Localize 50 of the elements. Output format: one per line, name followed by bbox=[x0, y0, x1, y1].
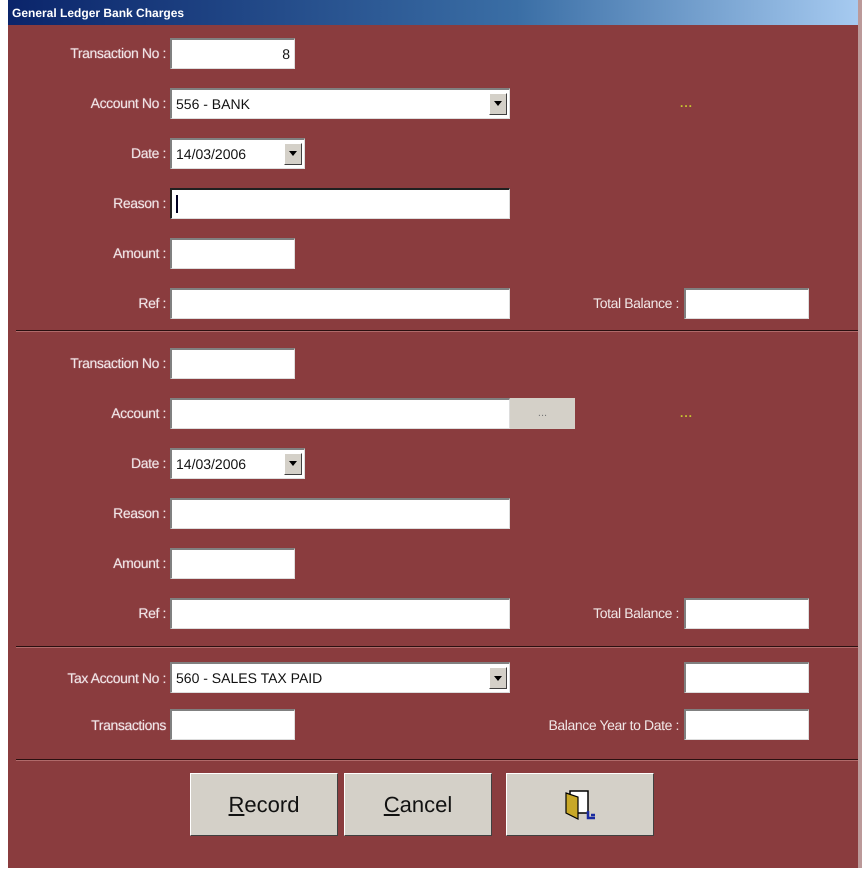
field-label: Ref : bbox=[137, 605, 167, 621]
dropdown-button[interactable] bbox=[284, 452, 302, 474]
field-label: Reason : bbox=[112, 505, 167, 521]
dropdown-button[interactable] bbox=[489, 667, 507, 689]
ref-field[interactable] bbox=[170, 598, 510, 628]
field-label: Date : bbox=[130, 455, 167, 471]
reason-field[interactable] bbox=[170, 188, 510, 218]
exit-button[interactable] bbox=[506, 773, 654, 836]
account-field[interactable] bbox=[170, 398, 510, 428]
dropdown-arrow-icon bbox=[494, 101, 502, 106]
field-label: Ref : bbox=[137, 295, 167, 311]
total-balance-field[interactable] bbox=[684, 598, 809, 628]
field-label: Transactions bbox=[90, 716, 167, 732]
field-label: Total Balance : bbox=[593, 605, 680, 621]
date-picker[interactable]: 14/03/2006 bbox=[170, 448, 305, 478]
ref-field[interactable] bbox=[170, 288, 510, 318]
field-label: Amount : bbox=[112, 245, 167, 261]
action-button[interactable]: Record bbox=[190, 773, 338, 836]
total-balance-field[interactable] bbox=[684, 288, 809, 318]
field-label: Date : bbox=[130, 145, 167, 161]
field-label: Transaction No : bbox=[69, 45, 167, 61]
field-label: Account No : bbox=[90, 95, 167, 111]
transaction-number-field[interactable]: 8 bbox=[170, 38, 295, 68]
tax-value-field[interactable] bbox=[684, 662, 809, 693]
field-label: Account : bbox=[110, 405, 167, 421]
transaction-number-field[interactable] bbox=[170, 348, 295, 378]
status-indicator: ... bbox=[680, 406, 694, 420]
amount-field[interactable] bbox=[170, 548, 295, 578]
account-dropdown[interactable]: 556 - BANK bbox=[170, 88, 510, 118]
field-label: Reason : bbox=[112, 195, 167, 211]
action-button[interactable]: Cancel bbox=[344, 773, 492, 836]
dropdown-arrow-icon bbox=[289, 461, 297, 466]
field-label: Tax Account No : bbox=[66, 670, 167, 686]
dropdown-arrow-icon bbox=[494, 676, 502, 680]
dropdown-button[interactable] bbox=[489, 92, 507, 114]
reason-field[interactable] bbox=[170, 498, 510, 528]
dropdown-arrow-icon bbox=[289, 151, 297, 156]
tax-account-dropdown[interactable]: 560 - SALES TAX PAID bbox=[170, 662, 510, 693]
field-label: Amount : bbox=[112, 555, 167, 571]
text-cursor bbox=[176, 194, 178, 212]
field-label: Transaction No : bbox=[69, 355, 167, 371]
dropdown-button[interactable] bbox=[284, 142, 302, 164]
balance-ytd-field[interactable] bbox=[684, 709, 809, 740]
transactions-field[interactable] bbox=[170, 709, 295, 740]
status-indicator: ... bbox=[680, 96, 694, 110]
date-picker[interactable]: 14/03/2006 bbox=[170, 138, 305, 168]
window-title: General Ledger Bank Charges bbox=[12, 6, 184, 20]
field-label: Balance Year to Date : bbox=[548, 716, 680, 732]
field-label: Total Balance : bbox=[593, 295, 680, 311]
amount-field[interactable] bbox=[170, 238, 295, 268]
